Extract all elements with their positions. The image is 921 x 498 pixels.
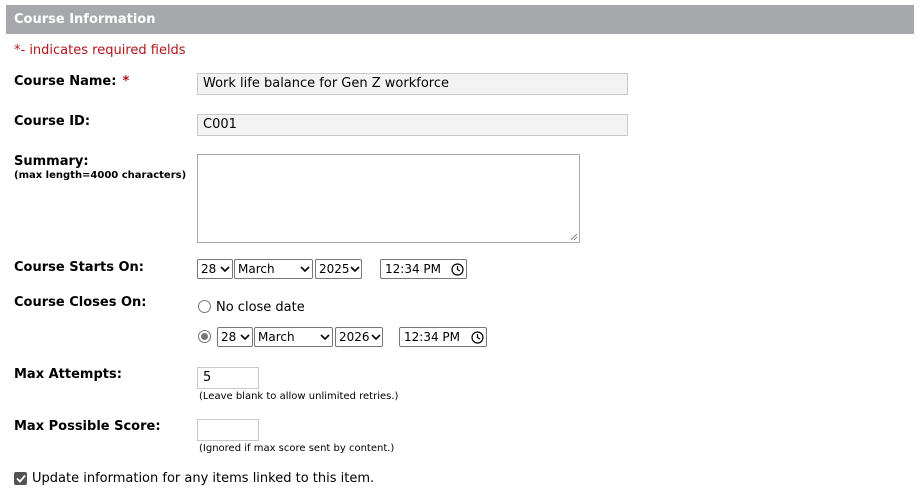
starts-time-input[interactable]: 12:34 PM [380, 259, 467, 279]
chevron-down-icon [318, 328, 332, 346]
closes-month-select[interactable]: March [254, 327, 333, 347]
max-attempts-input[interactable]: 5 [197, 367, 259, 389]
course-name-label: Course Name: * [14, 74, 129, 89]
starts-on-label: Course Starts On: [14, 260, 144, 275]
closes-year-select[interactable]: 2026 [335, 327, 383, 347]
course-name-input[interactable]: Work life balance for Gen Z workforce [197, 73, 628, 95]
starts-day-value: 28 [201, 262, 217, 276]
no-close-date-label: No close date [216, 300, 305, 315]
clock-icon[interactable] [468, 330, 486, 344]
course-name-label-text: Course Name: [14, 74, 117, 89]
max-score-label: Max Possible Score: [14, 419, 161, 434]
closes-on-label: Course Closes On: [14, 295, 147, 310]
chevron-down-icon [298, 260, 312, 278]
starts-year-select[interactable]: 2025 [315, 259, 362, 279]
required-asterisk: * [122, 74, 130, 89]
starts-month-value: March [238, 262, 275, 276]
summary-label: Summary: [14, 154, 89, 169]
max-attempts-label: Max Attempts: [14, 367, 122, 382]
starts-time-value: 12:34 PM [385, 262, 441, 276]
summary-max-length-note: (max length=4000 characters) [14, 170, 187, 181]
close-date-radio[interactable] [198, 330, 211, 343]
starts-month-select[interactable]: March [234, 259, 313, 279]
resize-grip-icon[interactable] [570, 233, 578, 241]
starts-day-select[interactable]: 28 [197, 259, 233, 279]
chevron-down-icon [218, 260, 232, 278]
max-score-hint: (Ignored if max score sent by content.) [199, 443, 395, 454]
chevron-down-icon [370, 328, 382, 346]
course-id-label: Course ID: [14, 114, 91, 129]
closes-year-value: 2026 [339, 330, 370, 344]
required-fields-note: *- indicates required fields [14, 43, 186, 58]
closes-month-value: March [258, 330, 295, 344]
starts-year-value: 2025 [319, 262, 350, 276]
chevron-down-icon [350, 260, 361, 278]
closes-time-value: 12:34 PM [404, 330, 460, 344]
summary-textarea[interactable] [197, 154, 580, 243]
section-header: Course Information [6, 5, 914, 34]
max-attempts-hint: (Leave blank to allow unlimited retries.… [199, 391, 399, 402]
closes-day-value: 28 [221, 330, 237, 344]
course-id-input[interactable]: C001 [197, 114, 628, 136]
max-score-input[interactable] [197, 419, 259, 441]
no-close-date-radio[interactable] [198, 300, 211, 313]
chevron-down-icon [238, 328, 252, 346]
clock-icon[interactable] [448, 262, 466, 276]
check-icon [15, 474, 26, 483]
update-linked-label: Update information for any items linked … [32, 471, 375, 486]
update-linked-checkbox[interactable] [14, 472, 27, 485]
closes-day-select[interactable]: 28 [217, 327, 253, 347]
closes-time-input[interactable]: 12:34 PM [399, 327, 487, 347]
